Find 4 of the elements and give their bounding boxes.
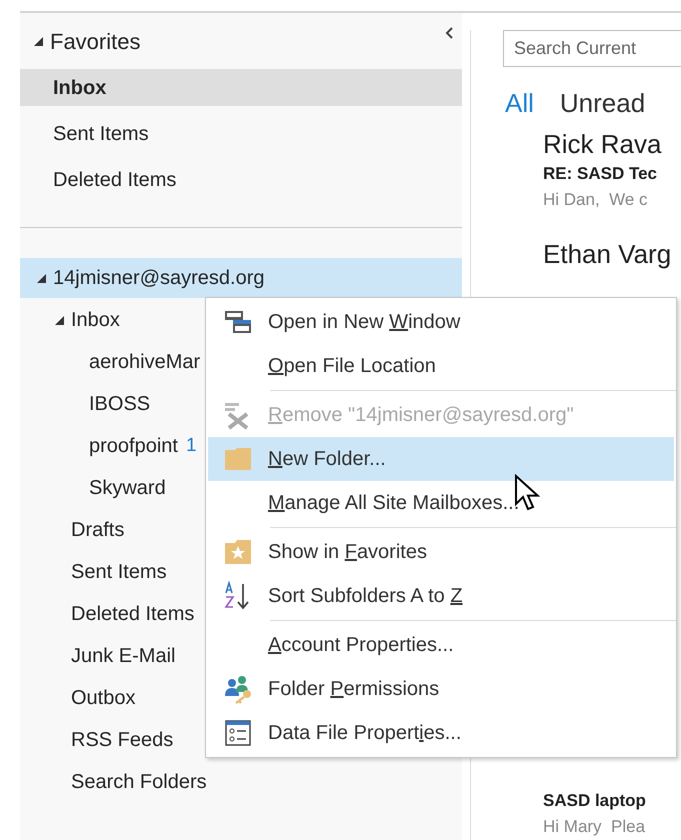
- menu-item: Remove "14jmisner@sayresd.org": [208, 393, 674, 437]
- message-preview: Hi Mary Plea: [543, 816, 646, 838]
- message-preview: Hi Dan, We c: [543, 189, 649, 211]
- unread-count: 1: [186, 434, 197, 458]
